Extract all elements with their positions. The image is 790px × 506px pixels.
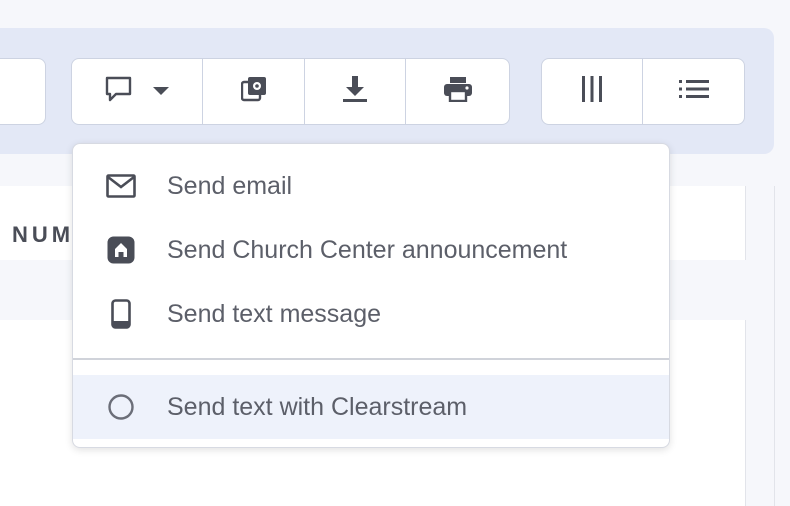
send-message-dropdown-button[interactable] (72, 59, 204, 124)
menu-item-send-email[interactable]: Send email (73, 154, 669, 218)
circle-icon (103, 389, 139, 425)
column-header[interactable]: NUM (12, 222, 74, 248)
copy-settings-icon (240, 76, 267, 107)
print-button[interactable] (406, 59, 509, 124)
send-message-menu: Send email Send Church Center announceme… (72, 143, 670, 448)
menu-item-label: Send text message (167, 299, 382, 328)
download-button[interactable] (305, 59, 407, 124)
table-scroll-edge (774, 186, 790, 506)
action-button-group (71, 58, 510, 125)
toolbar (0, 28, 774, 154)
chevron-down-icon (152, 83, 170, 101)
view-button-group (541, 58, 745, 125)
copy-settings-button[interactable] (203, 59, 305, 124)
menu-item-label: Send email (167, 171, 293, 200)
menu-item-send-church-center[interactable]: Send Church Center announcement (73, 218, 669, 282)
envelope-icon (103, 168, 139, 204)
menu-item-send-text[interactable]: Send text message (73, 282, 669, 346)
search-input[interactable] (0, 58, 46, 125)
menu-divider (73, 358, 669, 360)
list-icon (678, 79, 709, 104)
columns-button[interactable] (542, 59, 643, 124)
church-center-icon (103, 232, 139, 268)
print-icon (443, 76, 473, 107)
menu-item-send-clearstream[interactable]: Send text with Clearstream (73, 375, 669, 439)
menu-item-label: Send text with Clearstream (167, 392, 468, 421)
download-icon (342, 75, 368, 108)
columns-icon (581, 75, 603, 108)
chat-bubble-icon (104, 75, 134, 108)
phone-icon (103, 296, 139, 332)
list-view-button[interactable] (643, 59, 744, 124)
menu-item-label: Send Church Center announcement (167, 235, 568, 264)
